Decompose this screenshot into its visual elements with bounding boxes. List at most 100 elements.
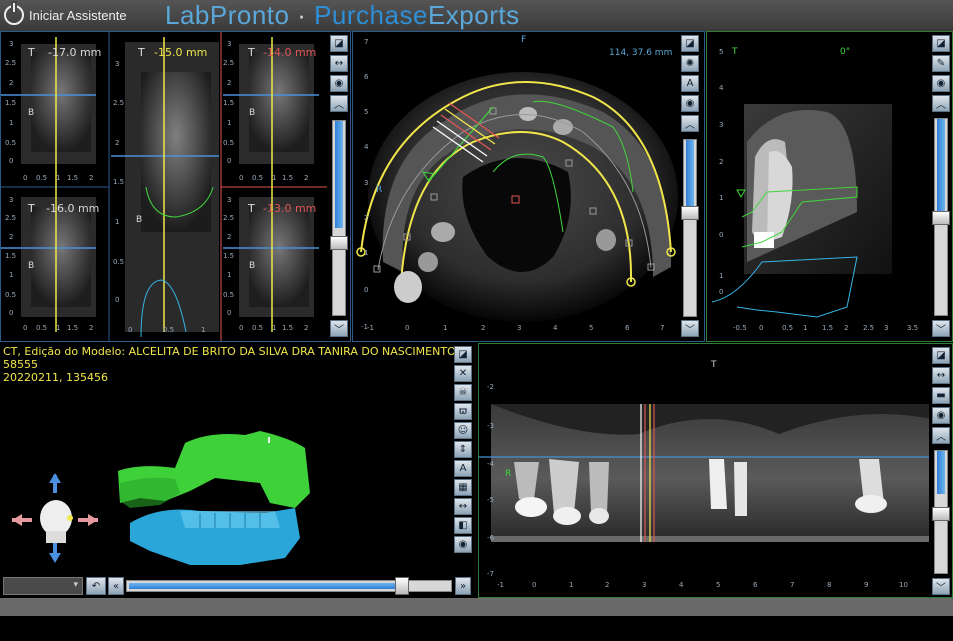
- cross-section-slider-fill: [335, 121, 343, 228]
- tile-bottom-label: B: [28, 108, 35, 118]
- svg-text:2: 2: [227, 79, 231, 87]
- grid-icon[interactable]: ▦: [454, 479, 472, 496]
- svg-text:1: 1: [272, 174, 276, 182]
- svg-text:2.5: 2.5: [5, 214, 16, 222]
- svg-text:3: 3: [9, 196, 13, 204]
- svg-text:0: 0: [719, 231, 723, 239]
- undo-icon[interactable]: ↶: [86, 577, 106, 595]
- eye-icon[interactable]: ◉: [932, 407, 950, 424]
- svg-text:2.5: 2.5: [863, 324, 874, 332]
- svg-text:0: 0: [405, 324, 409, 332]
- svg-text:1: 1: [9, 119, 13, 127]
- skull-icon[interactable]: ☠: [454, 384, 472, 401]
- svg-text:3: 3: [517, 324, 521, 332]
- panoramic-slider-thumb[interactable]: [932, 507, 950, 521]
- svg-text:0.5: 0.5: [223, 291, 234, 299]
- sagittal-toolbar: ◪ ✎ ◉ ︿: [932, 35, 950, 112]
- svg-text:2.5: 2.5: [223, 59, 234, 67]
- axial-coordinate-readout: 114, 37.6 mm: [609, 48, 673, 58]
- crosshair-icon[interactable]: ◪: [932, 35, 950, 52]
- axial-viewport[interactable]: 7 6 5 4 3 2 1 0 -1 -1 0 1 2 3 4 5 6 7 F R 114, 37.6 mm ◪…: [352, 31, 705, 342]
- cross-section-slider-thumb[interactable]: [330, 236, 348, 250]
- tile-top-label: T: [28, 46, 35, 59]
- svg-text:2: 2: [227, 233, 231, 241]
- svg-text:0.5: 0.5: [5, 291, 16, 299]
- svg-text:2: 2: [605, 581, 609, 589]
- status-bar: [0, 598, 953, 616]
- chevron-up-icon[interactable]: ︿: [932, 427, 950, 444]
- svg-text:2: 2: [115, 139, 119, 147]
- chevron-up-icon[interactable]: ︿: [681, 115, 699, 132]
- svg-text:8: 8: [827, 581, 831, 589]
- svg-text:7: 7: [790, 581, 794, 589]
- svg-text:0: 0: [759, 324, 763, 332]
- chevron-down-icon[interactable]: ﹀: [330, 320, 348, 337]
- chevron-down-icon[interactable]: ﹀: [932, 578, 950, 595]
- svg-text:6: 6: [625, 324, 630, 332]
- axial-slider-thumb[interactable]: [681, 206, 699, 220]
- annotation-icon[interactable]: A: [454, 460, 472, 477]
- svg-text:2: 2: [481, 324, 485, 332]
- eye-icon[interactable]: ◉: [330, 75, 348, 92]
- svg-text:2: 2: [89, 324, 93, 332]
- svg-text:2: 2: [304, 174, 308, 182]
- sagittal-angle-readout: 0°: [840, 47, 851, 57]
- crosshair-icon[interactable]: ◪: [330, 35, 348, 52]
- svg-text:-2: -2: [487, 383, 494, 391]
- svg-text:4: 4: [553, 324, 558, 332]
- chevron-down-icon[interactable]: ﹀: [681, 320, 699, 337]
- panoramic-viewport[interactable]: -2 -3 -4 -5 -6 -7 -1 0 1 2 3 4 5 6 7 8 9 10 T R ◪ ↔ ▬ ◉ …: [478, 343, 953, 598]
- sagittal-viewport[interactable]: 5 4 3 2 1 0 -0.5 0 0.5 1 1.5 2 2.5 3 3.5 1 0 T 0° ◪ ✎ …: [706, 31, 953, 342]
- svg-text:4: 4: [364, 143, 369, 151]
- sagittal-slider-fill: [937, 119, 945, 217]
- start-assistant-button[interactable]: Iniciar Assistente: [4, 3, 127, 27]
- model-select-dropdown[interactable]: ▾: [3, 577, 83, 595]
- svg-text:2: 2: [89, 174, 93, 182]
- cross-section-slider[interactable]: [330, 120, 348, 316]
- crosshair-icon[interactable]: ◪: [454, 346, 472, 363]
- teeth-icon[interactable]: ϖ: [454, 403, 472, 420]
- fit-icon[interactable]: ↔: [454, 498, 472, 515]
- svg-text:1: 1: [443, 324, 447, 332]
- cross-section-viewport[interactable]: 3 2.5 2 1.5 1 0.5 0 0 0.5 1 1.5 2 3 2.5 2 1.5 1 0.5 0 00…: [0, 31, 351, 342]
- fit-icon[interactable]: ↔: [330, 55, 348, 72]
- svg-text:2: 2: [844, 324, 848, 332]
- pen-icon[interactable]: ✎: [932, 55, 950, 72]
- panoramic-slider[interactable]: [932, 450, 950, 574]
- eye-icon[interactable]: ◉: [454, 536, 472, 553]
- chevron-right-icon[interactable]: »: [455, 577, 471, 595]
- model-3d-viewport[interactable]: CT, Edição do Modelo: ALCELITA DE BRITO …: [0, 343, 477, 598]
- annotation-icon[interactable]: A: [681, 75, 699, 92]
- crosshair-icon[interactable]: ◪: [681, 35, 699, 52]
- face-icon[interactable]: ☺: [454, 422, 472, 439]
- chevron-left-icon[interactable]: «: [108, 577, 124, 595]
- tile3-top-label: T: [248, 46, 255, 59]
- model-slider-thumb[interactable]: [395, 577, 409, 595]
- svg-text:-7: -7: [487, 570, 494, 578]
- chevron-down-icon[interactable]: ﹀: [932, 320, 950, 337]
- svg-text:6: 6: [753, 581, 758, 589]
- chevron-up-icon[interactable]: ︿: [330, 95, 348, 112]
- svg-text:0: 0: [128, 326, 132, 334]
- implant-icon[interactable]: ◧: [454, 517, 472, 534]
- svg-text:5: 5: [364, 108, 368, 116]
- chevron-up-icon[interactable]: ︿: [932, 95, 950, 112]
- fit-icon[interactable]: ↔: [932, 367, 950, 384]
- ruler-icon[interactable]: ▬: [932, 387, 950, 404]
- move-icon[interactable]: ⇕: [454, 441, 472, 458]
- crosshair-icon[interactable]: ◪: [932, 347, 950, 364]
- close-icon[interactable]: ✕: [454, 365, 472, 382]
- chevron-down-icon: ▾: [73, 580, 78, 590]
- model-3d-toolbar: ◪ ✕ ☠ ϖ ☺ ⇕ A ▦ ↔ ◧ ◉: [454, 346, 472, 553]
- sagittal-slider-thumb[interactable]: [932, 211, 950, 225]
- brain-icon[interactable]: ✺: [681, 55, 699, 72]
- axial-slider[interactable]: [681, 139, 699, 317]
- eye-icon[interactable]: ◉: [681, 95, 699, 112]
- sagittal-slider[interactable]: [932, 118, 950, 316]
- svg-text:0: 0: [9, 157, 13, 165]
- model-horizontal-slider[interactable]: [126, 577, 452, 595]
- svg-text:1: 1: [227, 271, 231, 279]
- eye-icon[interactable]: ◉: [932, 75, 950, 92]
- svg-text:1: 1: [9, 271, 13, 279]
- sagittal-top-label: T: [732, 47, 738, 57]
